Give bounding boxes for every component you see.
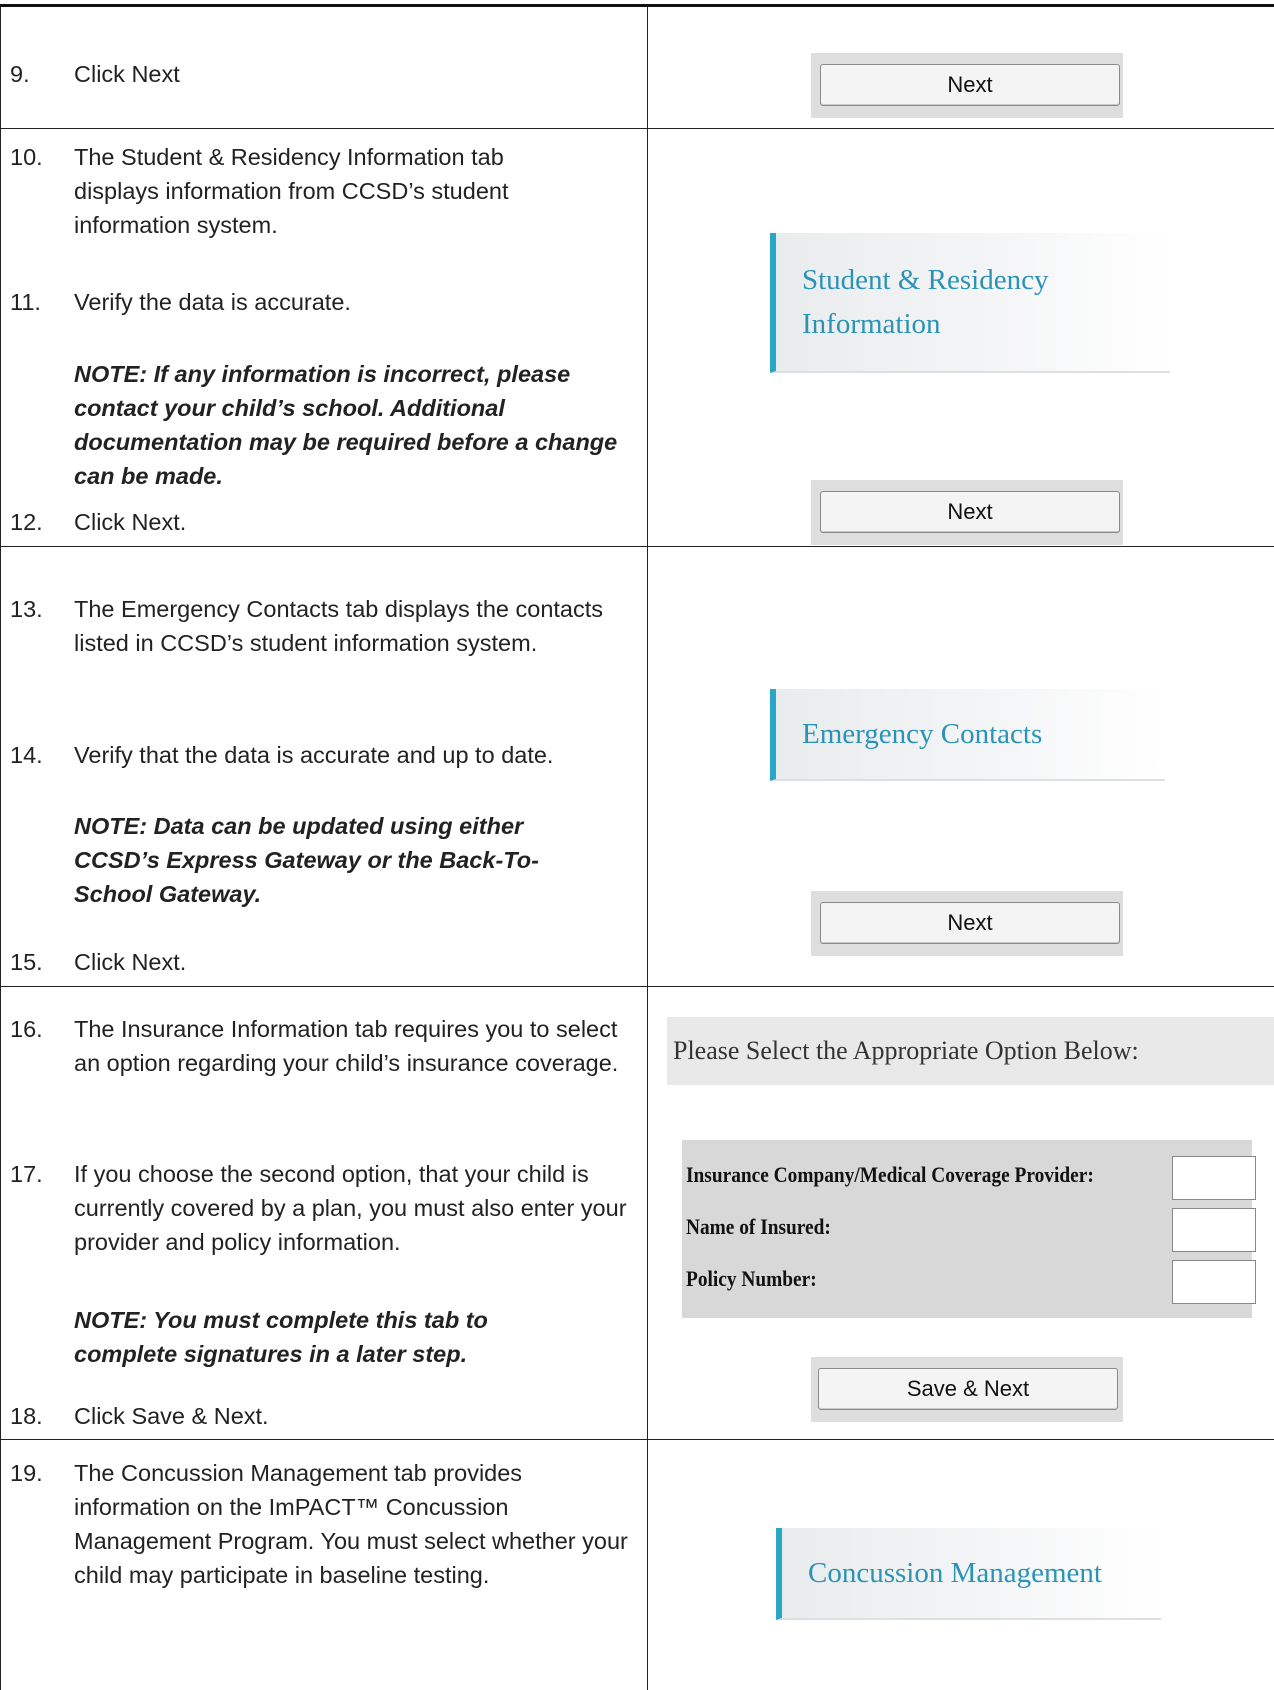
step-number: 12. [10,509,43,535]
step-text: The Student & Residency Information tab … [74,144,509,238]
row-divider [0,546,1274,547]
table-border-left [0,6,1,1690]
step-text: The Insurance Information tab requires y… [74,1016,619,1076]
tab-concussion-management[interactable]: Concussion Management [776,1528,1161,1620]
insurance-provider-label: Insurance Company/Medical Coverage Provi… [686,1162,1094,1187]
step-text: Click Next [74,61,180,87]
name-of-insured-input[interactable] [1172,1208,1256,1252]
step-number: 18. [10,1403,43,1429]
name-of-insured-label: Name of Insured: [686,1214,831,1239]
row-divider [0,128,1274,129]
table-column-divider [647,6,648,1690]
step-number: 13. [10,596,43,622]
row-divider [0,986,1274,987]
next-button[interactable]: Next [820,64,1120,106]
step-number: 11. [10,289,41,315]
step-number: 9. [10,61,30,87]
insurance-prompt: Please Select the Appropriate Option Bel… [667,1017,1274,1085]
insurance-form: Insurance Company/Medical Coverage Provi… [682,1140,1256,1318]
policy-number-input[interactable] [1172,1260,1256,1304]
step-number: 17. [10,1161,43,1187]
tab-label: Concussion Management [808,1557,1102,1589]
step-text: Verify the data is accurate. [74,289,351,315]
tab-student-residency[interactable]: Student & Residency Information [770,233,1170,373]
step-text: Click Next. [74,949,187,975]
note-text: NOTE: Data can be updated using either C… [74,813,539,907]
tab-emergency-contacts[interactable]: Emergency Contacts [770,689,1165,781]
tab-label: Emergency Contacts [802,718,1043,750]
next-button[interactable]: Next [820,491,1120,533]
step-number: 10. [10,144,43,170]
step-text: Click Next. [74,509,187,535]
note-text: NOTE: If any information is incorrect, p… [74,361,618,489]
next-button[interactable]: Next [820,902,1120,944]
step-text: The Concussion Management tab provides i… [74,1460,628,1588]
top-rule [0,4,1274,7]
step-number: 14. [10,742,43,768]
instruction-page: 9. Click Next 10. The Student & Residenc… [0,0,1274,1690]
step-text: If you choose the second option, that yo… [74,1161,627,1255]
step-text: Click Save & Next. [74,1403,269,1429]
step-text: Verify that the data is accurate and up … [74,742,554,768]
tab-label: Student & Residency Information [802,264,1049,340]
step-number: 16. [10,1016,43,1042]
step-number: 15. [10,949,43,975]
save-next-button[interactable]: Save & Next [818,1368,1118,1410]
policy-number-label: Policy Number: [686,1266,817,1291]
step-text: The Emergency Contacts tab displays the … [74,596,604,656]
step-number: 19. [10,1460,43,1486]
row-divider [0,1439,1274,1440]
note-text: NOTE: You must complete this tab to comp… [74,1307,488,1367]
insurance-provider-input[interactable] [1172,1156,1256,1200]
